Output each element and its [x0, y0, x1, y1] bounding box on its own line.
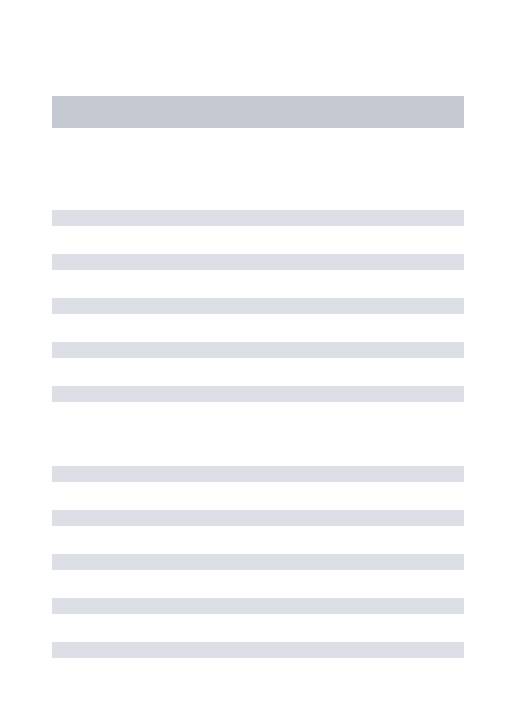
skeleton-line	[52, 386, 464, 402]
skeleton-title-bar	[52, 96, 464, 128]
skeleton-group-2	[52, 466, 464, 658]
skeleton-group-1	[52, 210, 464, 402]
skeleton-line	[52, 342, 464, 358]
skeleton-line	[52, 510, 464, 526]
skeleton-container	[0, 0, 516, 658]
skeleton-line	[52, 598, 464, 614]
skeleton-line	[52, 210, 464, 226]
skeleton-line	[52, 554, 464, 570]
skeleton-line	[52, 642, 464, 658]
skeleton-line	[52, 254, 464, 270]
skeleton-line	[52, 298, 464, 314]
skeleton-line	[52, 466, 464, 482]
